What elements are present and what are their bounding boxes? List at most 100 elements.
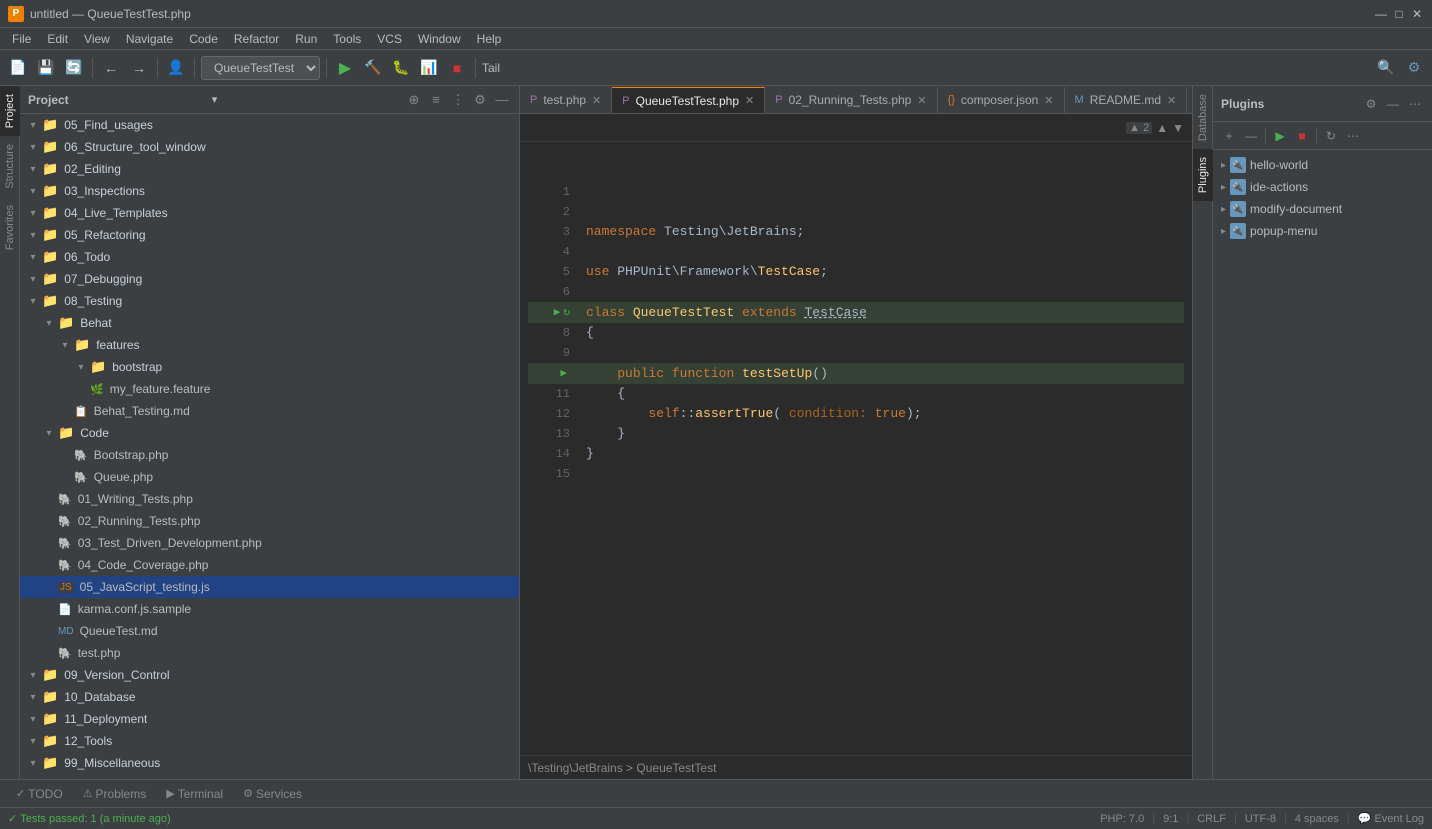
inspection-count[interactable]: ▲ 2 <box>1126 122 1152 134</box>
bottom-tab-services[interactable]: ⚙ Services <box>235 785 310 803</box>
debug-button[interactable]: 🐛 <box>389 56 413 80</box>
tree-item[interactable]: 🐘01_Writing_Tests.php <box>20 488 519 510</box>
plugin-item[interactable]: ▸🔌hello-world <box>1213 154 1432 176</box>
tree-item[interactable]: ▾📁Behat <box>20 312 519 334</box>
tab-composer-json[interactable]: {} composer.json ✕ <box>938 87 1065 113</box>
cursor-position-status[interactable]: 9:1 <box>1163 813 1178 825</box>
tree-item[interactable]: ▾📁10_Database <box>20 686 519 708</box>
tree-item[interactable]: ▾📁05_Find_usages <box>20 114 519 136</box>
line-ending-status[interactable]: CRLF <box>1197 813 1226 825</box>
menu-window[interactable]: Window <box>410 30 469 48</box>
tree-item[interactable]: 🐘Queue.php <box>20 466 519 488</box>
settings-button[interactable]: ⚙ <box>1402 56 1426 80</box>
tree-item[interactable]: 🌿my_feature.feature <box>20 378 519 400</box>
indent-status[interactable]: 4 spaces <box>1295 813 1339 825</box>
tab-readme-md[interactable]: M README.md ✕ <box>1065 87 1188 113</box>
tree-item[interactable]: MDQueueTest.md <box>20 620 519 642</box>
inspection-up-btn[interactable]: ▲ <box>1156 121 1168 135</box>
tree-item[interactable]: ▾📁06_Structure_tool_window <box>20 136 519 158</box>
bottom-tab-terminal[interactable]: ▶ Terminal <box>158 785 231 803</box>
stop-button[interactable]: ■ <box>445 56 469 80</box>
tab-close-queue[interactable]: ✕ <box>745 94 754 107</box>
toolbar-new-file-button[interactable]: 📄 <box>6 56 30 80</box>
tab-close-composer[interactable]: ✕ <box>1044 94 1053 107</box>
tab-queue-test-test-php[interactable]: P QueueTestTest.php ✕ <box>612 87 765 113</box>
menu-help[interactable]: Help <box>469 30 510 48</box>
plugin-stop-btn[interactable]: ■ <box>1292 126 1312 146</box>
vertical-tab-plugins[interactable]: Plugins <box>1193 149 1213 201</box>
plugins-settings-btn[interactable]: ⚙ <box>1362 95 1380 113</box>
plugin-run-btn[interactable]: ▶ <box>1270 126 1290 146</box>
menu-run[interactable]: Run <box>287 30 325 48</box>
menu-vcs[interactable]: VCS <box>369 30 410 48</box>
tab-02-running-tests-php[interactable]: P 02_Running_Tests.php ✕ <box>765 87 937 113</box>
menu-edit[interactable]: Edit <box>39 30 76 48</box>
vertical-tab-structure[interactable]: Structure <box>0 136 20 197</box>
toolbar-save-button[interactable]: 💾 <box>34 56 58 80</box>
plugin-more-btn[interactable]: ⋯ <box>1343 126 1363 146</box>
tab-close-test-php[interactable]: ✕ <box>592 94 601 107</box>
inspection-down-btn[interactable]: ▼ <box>1172 121 1184 135</box>
menu-view[interactable]: View <box>76 30 118 48</box>
bottom-tab-problems[interactable]: ⚠ Problems <box>75 785 155 803</box>
code-editor[interactable]: 123namespace Testing\JetBrains;45use PHP… <box>520 142 1192 755</box>
plugin-restart-btn[interactable]: ↻ <box>1321 126 1341 146</box>
menu-tools[interactable]: Tools <box>325 30 369 48</box>
project-more-btn[interactable]: ⋮ <box>449 91 467 109</box>
minimize-button[interactable]: — <box>1374 7 1388 21</box>
tree-item[interactable]: 🐘04_Code_Coverage.php <box>20 554 519 576</box>
tree-item[interactable]: ▾📁99_Miscellaneous <box>20 752 519 774</box>
tree-item[interactable]: ▾📁features <box>20 334 519 356</box>
tree-item[interactable]: ▾📁07_Debugging <box>20 268 519 290</box>
menu-file[interactable]: File <box>4 30 39 48</box>
bottom-tab-todo[interactable]: ✓ TODO <box>8 785 71 803</box>
gutter-run-icon[interactable]: ▶ <box>560 368 567 380</box>
vertical-tab-database[interactable]: Database <box>1193 86 1213 149</box>
plugin-item[interactable]: ▸🔌ide-actions <box>1213 176 1432 198</box>
plugin-item[interactable]: ▸🔌modify-document <box>1213 198 1432 220</box>
tree-item[interactable]: 🐘02_Running_Tests.php <box>20 510 519 532</box>
close-button[interactable]: ✕ <box>1410 7 1424 21</box>
tree-item[interactable]: 🐘Bootstrap.php <box>20 444 519 466</box>
run-config-dropdown[interactable]: QueueTestTest <box>201 56 320 80</box>
tree-item[interactable]: 🐘test.php <box>20 642 519 664</box>
tree-item[interactable]: 🐘03_Test_Driven_Development.php <box>20 532 519 554</box>
coverage-button[interactable]: 📊 <box>417 56 441 80</box>
tree-item[interactable]: ▾📁03_Inspections <box>20 180 519 202</box>
event-log-status[interactable]: 💬 Event Log <box>1358 812 1424 825</box>
tab-test-php[interactable]: P test.php ✕ <box>520 87 612 113</box>
tree-item[interactable]: JS05_JavaScript_testing.js <box>20 576 519 598</box>
tree-item[interactable]: ▾📁04_Live_Templates <box>20 202 519 224</box>
project-collapse-btn[interactable]: ≡ <box>427 91 445 109</box>
vertical-tab-project[interactable]: Project <box>0 86 20 136</box>
gutter-arrow-icon[interactable]: ↻ <box>563 307 570 319</box>
test-result-status[interactable]: ✓ Tests passed: 1 (a minute ago) <box>8 812 171 825</box>
build-button[interactable]: 🔨 <box>361 56 385 80</box>
menu-code[interactable]: Code <box>181 30 226 48</box>
plugin-add-btn[interactable]: + <box>1219 126 1239 146</box>
tree-item[interactable]: 📄karma.conf.js.sample <box>20 598 519 620</box>
tree-item[interactable]: ▾📁08_Testing <box>20 290 519 312</box>
tab-close-running[interactable]: ✕ <box>917 94 926 107</box>
vertical-tab-favorites[interactable]: Favorites <box>0 197 20 258</box>
tree-item[interactable]: ▾📁12_Tools <box>20 730 519 752</box>
plugins-more-btn[interactable]: ⋯ <box>1406 95 1424 113</box>
search-everywhere-button[interactable]: 🔍 <box>1374 56 1398 80</box>
tree-item[interactable]: ▾📁Code <box>20 422 519 444</box>
php-version-status[interactable]: PHP: 7.0 <box>1100 813 1144 825</box>
project-hide-btn[interactable]: — <box>493 91 511 109</box>
project-scope-btn[interactable]: ⊕ <box>405 91 423 109</box>
toolbar-back-button[interactable]: ← <box>99 56 123 80</box>
project-settings-btn[interactable]: ⚙ <box>471 91 489 109</box>
tabs-more-button[interactable]: ▾ <box>1187 87 1192 113</box>
menu-navigate[interactable]: Navigate <box>118 30 181 48</box>
tree-item[interactable]: 📋Behat_Testing.md <box>20 400 519 422</box>
menu-refactor[interactable]: Refactor <box>226 30 287 48</box>
encoding-status[interactable]: UTF-8 <box>1245 813 1276 825</box>
tree-item[interactable]: ▾📁06_Todo <box>20 246 519 268</box>
maximize-button[interactable]: □ <box>1392 7 1406 21</box>
tree-item[interactable]: ▾📁11_Deployment <box>20 708 519 730</box>
tree-item[interactable]: ▾📁05_Refactoring <box>20 224 519 246</box>
tree-item[interactable]: ▾📁bootstrap <box>20 356 519 378</box>
plugin-remove-btn[interactable]: — <box>1241 126 1261 146</box>
